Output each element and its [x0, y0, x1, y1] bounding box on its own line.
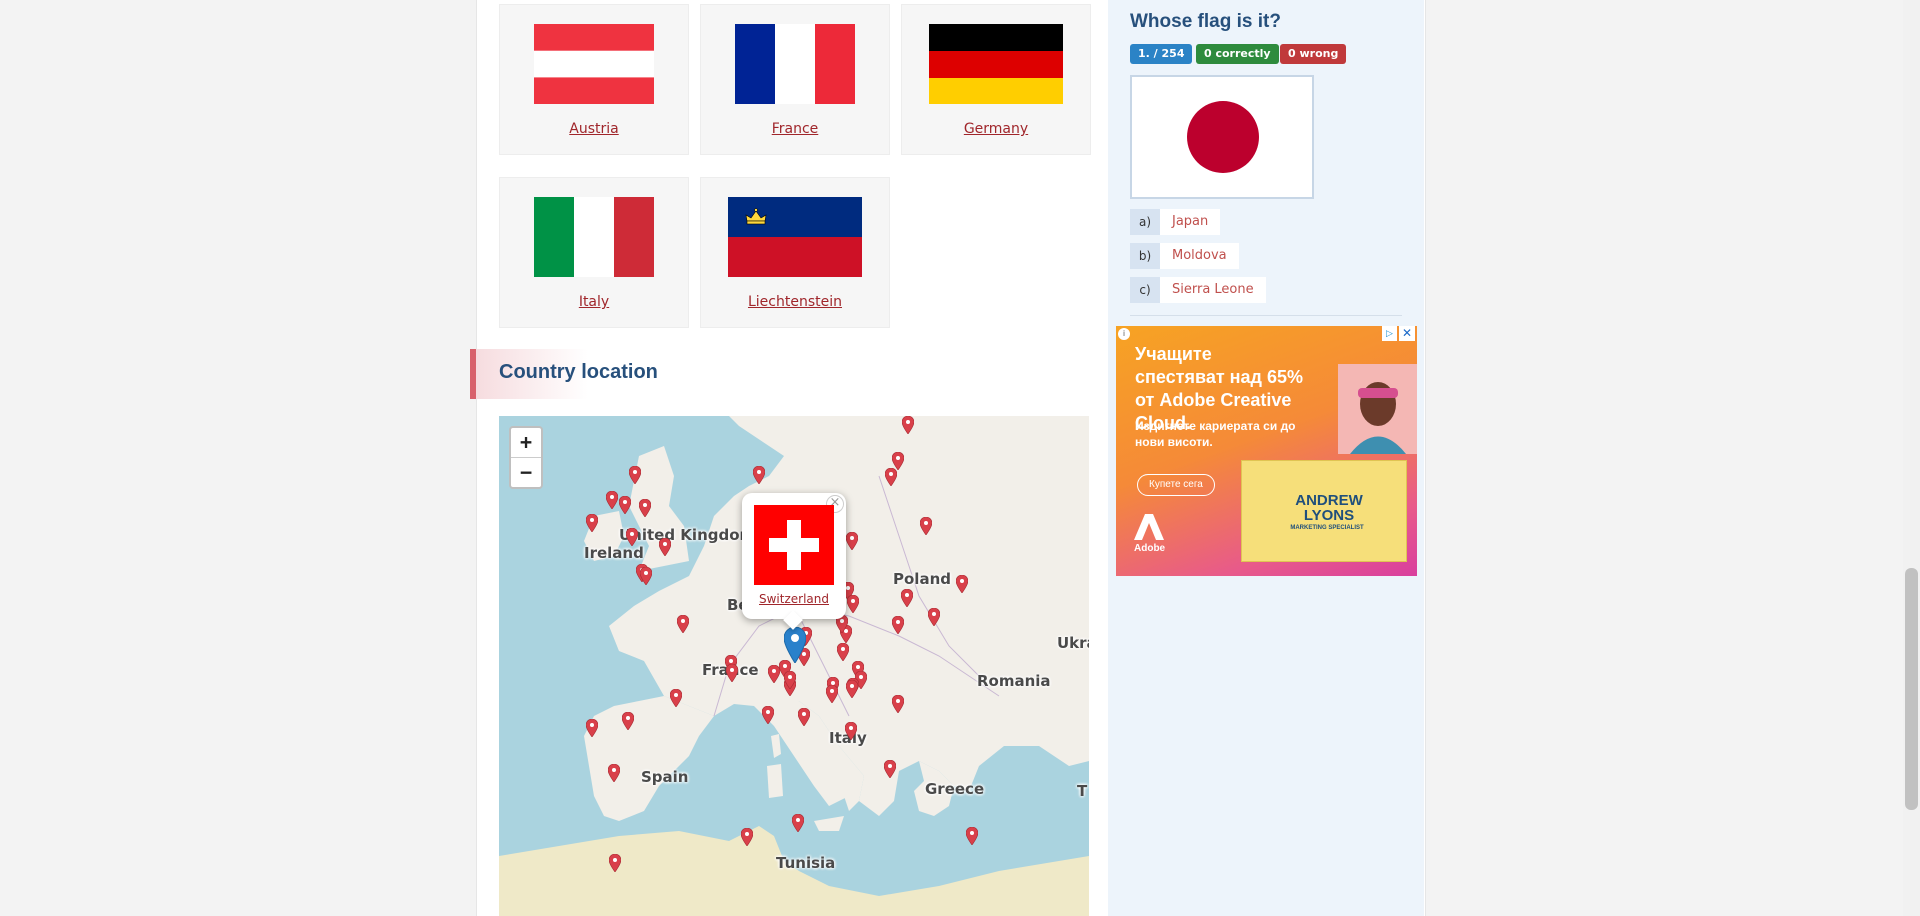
popup-country-link[interactable]: Switzerland: [742, 592, 846, 606]
location-pin-icon[interactable]: [826, 685, 838, 703]
location-pin-icon[interactable]: [956, 575, 968, 593]
page-scrollbar[interactable]: [1903, 0, 1920, 916]
map-label-spain: Spain: [641, 768, 689, 786]
liechtenstein-flag-image: [728, 197, 862, 277]
map-base-layer: [499, 416, 1089, 916]
location-pin-icon[interactable]: [892, 695, 904, 713]
ad-portrait-image: [1338, 364, 1417, 454]
zoom-in-button[interactable]: +: [511, 428, 541, 457]
map-label-poland: Poland: [893, 570, 951, 588]
scrollbar-thumb[interactable]: [1905, 568, 1918, 810]
flag-card-germany[interactable]: Germany: [901, 4, 1091, 155]
location-pin-icon[interactable]: [837, 643, 849, 661]
ad-info-icon[interactable]: ▷: [1382, 326, 1397, 341]
map-label-tunisia: Tunisia: [776, 854, 836, 872]
answer-letter: a): [1130, 209, 1160, 235]
location-pin-icon[interactable]: [966, 827, 978, 845]
location-pin-icon[interactable]: [846, 532, 858, 550]
wrong-count-badge: 0 wrong: [1280, 44, 1347, 64]
zoom-control: + −: [509, 426, 543, 489]
answer-button[interactable]: Japan: [1160, 209, 1221, 235]
france-flag-image: [735, 24, 855, 104]
location-pin-icon[interactable]: [892, 616, 904, 634]
location-pin-icon[interactable]: [784, 671, 796, 689]
location-pin-icon[interactable]: [629, 466, 641, 484]
location-pin-icon[interactable]: [884, 760, 896, 778]
location-pin-icon[interactable]: [659, 538, 671, 556]
flag-card-italy[interactable]: Italy: [499, 177, 689, 328]
location-pin-icon[interactable]: [677, 615, 689, 633]
ad-subtext: Издигнете кариерата си до нови висоти.: [1135, 419, 1296, 449]
country-location-map[interactable]: + − United Kingdom Ireland Poland Be Fra…: [499, 416, 1089, 916]
sidebar-divider: [1130, 315, 1402, 316]
location-pin-icon[interactable]: [798, 708, 810, 726]
location-pin-icon[interactable]: [762, 706, 774, 724]
ad-business-card: ANDREW LYONS MARKETING SPECIALIST: [1241, 460, 1407, 562]
flag-link-liechtenstein[interactable]: Liechtenstein: [701, 294, 889, 310]
location-pin-icon[interactable]: [928, 608, 940, 626]
flag-link-austria[interactable]: Austria: [500, 121, 688, 137]
germany-flag-image: [929, 24, 1063, 104]
location-pin-icon[interactable]: [670, 689, 682, 707]
answer-letter: c): [1130, 277, 1160, 303]
flag-card-austria[interactable]: Austria: [499, 4, 689, 155]
location-pin-icon[interactable]: [901, 589, 913, 607]
location-pin-icon[interactable]: [626, 528, 638, 546]
correct-count-badge: 0 correctly: [1196, 44, 1279, 64]
location-pin-icon[interactable]: [639, 499, 651, 517]
adobe-logo-text: Adobe: [1134, 543, 1166, 554]
map-label-ireland: Ireland: [584, 544, 644, 562]
adobe-logo: Adobe: [1134, 514, 1166, 564]
quiz-flag-image: [1130, 75, 1314, 199]
location-pin-icon[interactable]: [845, 722, 857, 740]
location-pin-icon[interactable]: [792, 814, 804, 832]
ad-cta-button[interactable]: Купете сега: [1137, 474, 1215, 496]
flag-link-germany[interactable]: Germany: [902, 121, 1090, 137]
ad-card-role: MARKETING SPECIALIST: [1290, 525, 1364, 531]
location-pin-icon[interactable]: [847, 595, 859, 613]
map-label-turkey: T: [1077, 782, 1088, 800]
location-pin-icon[interactable]: [726, 664, 738, 682]
flag-card-liechtenstein[interactable]: Liechtenstein: [700, 177, 890, 328]
location-pin-icon[interactable]: [902, 416, 914, 434]
location-pin-icon[interactable]: [608, 764, 620, 782]
quiz-title: Whose flag is it?: [1130, 11, 1281, 32]
map-label-romania: Romania: [977, 672, 1051, 690]
map-popup: × Switzerland: [742, 493, 846, 630]
map-label-ukraine: Ukra: [1057, 634, 1089, 652]
location-pin-icon[interactable]: [619, 496, 631, 514]
answer-letter: b): [1130, 243, 1160, 269]
location-pin-icon[interactable]: [586, 514, 598, 532]
flag-link-italy[interactable]: Italy: [500, 294, 688, 310]
location-pin-icon[interactable]: [622, 712, 634, 730]
location-pin-icon[interactable]: [753, 466, 765, 484]
answer-button[interactable]: Sierra Leone: [1160, 277, 1266, 303]
section-title: Country location: [499, 361, 658, 383]
flag-link-france[interactable]: France: [701, 121, 889, 137]
zoom-out-button[interactable]: −: [511, 457, 541, 487]
map-label-greece: Greece: [925, 780, 985, 798]
location-pin-icon[interactable]: [741, 828, 753, 846]
location-pin-icon[interactable]: [586, 719, 598, 737]
location-pin-icon[interactable]: [640, 567, 652, 585]
austria-flag-image: [534, 24, 654, 104]
location-pin-icon[interactable]: [609, 854, 621, 872]
location-pin-icon[interactable]: [606, 491, 618, 509]
location-pin-icon[interactable]: [846, 680, 858, 698]
ad-close-icon[interactable]: ✕: [1399, 326, 1415, 341]
answer-button[interactable]: Moldova: [1160, 243, 1239, 269]
map-label-united-kingdom: United Kingdom: [619, 526, 756, 544]
switzerland-flag-image: [754, 505, 834, 585]
adchoices-icon[interactable]: i: [1118, 328, 1130, 340]
selected-location-marker[interactable]: [784, 627, 806, 663]
location-pin-icon[interactable]: [885, 468, 897, 486]
location-pin-icon[interactable]: [920, 517, 932, 535]
flag-card-france[interactable]: France: [700, 4, 890, 155]
progress-badge: 1. / 254: [1130, 44, 1193, 64]
advertisement-banner[interactable]: i ▷ ✕ Учащите спестяват над 65% от Adobe…: [1116, 326, 1417, 576]
italy-flag-image: [534, 197, 654, 277]
ad-card-name: ANDREW LYONS: [1295, 492, 1363, 524]
